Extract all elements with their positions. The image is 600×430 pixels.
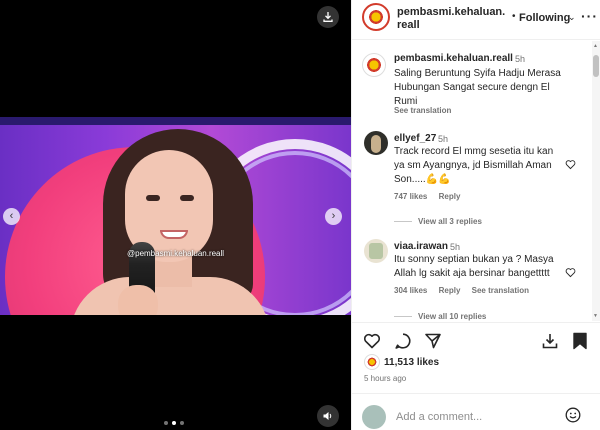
view-replies-label: View all 10 replies — [418, 312, 487, 321]
likes-count[interactable]: 11,513 likes — [384, 357, 439, 368]
reply-button[interactable]: Reply — [439, 192, 461, 201]
avatar[interactable] — [364, 239, 388, 263]
share-icon[interactable] — [424, 332, 442, 350]
separator-dot: • — [512, 11, 516, 22]
divider-line — [394, 221, 412, 223]
download-icon[interactable] — [541, 332, 559, 350]
avatar — [362, 405, 386, 429]
caption-time: 5h — [515, 54, 526, 64]
comment-text: Track record El mmg sesetia itu kan ya s… — [394, 146, 554, 185]
chevron-left-icon: ‹ — [9, 210, 14, 222]
person-hand — [118, 285, 158, 315]
heart-icon[interactable] — [565, 267, 576, 278]
comment-time: 5h — [438, 134, 449, 144]
header-username[interactable]: pembasmi.kehaluan.reall — [397, 6, 507, 32]
comment-time: 5h — [450, 242, 461, 252]
post-media: @pembasmi.kehaluan.reall ‹ › — [0, 0, 351, 430]
comment-likes[interactable]: 304 likes — [394, 286, 427, 295]
heart-icon[interactable] — [565, 159, 576, 170]
mute-button[interactable] — [317, 405, 339, 427]
carousel-dot-active — [172, 421, 176, 425]
photo-watermark: @pembasmi.kehaluan.reall — [127, 249, 225, 258]
caption-username[interactable]: pembasmi.kehaluan.reall — [394, 53, 513, 64]
more-options-icon[interactable]: ··· — [581, 8, 598, 24]
chevron-right-icon: › — [331, 210, 336, 222]
carousel-next-button[interactable]: › — [325, 208, 342, 225]
comment-username[interactable]: ellyef_27 — [394, 133, 436, 144]
view-replies-label: View all 3 replies — [418, 217, 482, 226]
scrollbar-thumb[interactable] — [593, 55, 599, 77]
comment-text: Itu sonny septian bukan ya ? Masya Allah… — [394, 254, 554, 279]
comment-icon[interactable] — [394, 332, 412, 350]
comment-meta: 304 likes Reply See translation — [394, 286, 538, 295]
speaker-icon — [323, 412, 332, 420]
comment-username[interactable]: viaa.irawan — [394, 241, 448, 252]
comment-meta: 747 likes Reply — [394, 192, 469, 201]
scroll-up-icon[interactable]: ▲ — [593, 43, 598, 49]
stage-band — [0, 117, 351, 125]
avatar[interactable] — [364, 354, 380, 370]
carousel-dot — [180, 421, 184, 425]
avatar-photo — [369, 243, 383, 259]
avatar[interactable] — [362, 53, 386, 77]
brand-logo-icon — [367, 357, 377, 367]
post-photo[interactable]: @pembasmi.kehaluan.reall — [0, 117, 351, 315]
view-replies-button[interactable]: View all 3 replies — [394, 217, 482, 226]
post-actions — [352, 322, 600, 362]
comments-list[interactable]: pembasmi.kehaluan.reall 5h Saling Berunt… — [352, 41, 600, 321]
comments-scrollbar[interactable]: ▲ ▼ — [592, 41, 600, 321]
download-button[interactable] — [317, 6, 339, 28]
heart-icon[interactable] — [363, 332, 381, 350]
caption-text: Saling Beruntung Syifa Hadju Merasa Hubu… — [394, 68, 561, 107]
view-replies-button[interactable]: View all 10 replies — [394, 312, 486, 321]
avatar[interactable] — [362, 3, 390, 31]
divider-line — [394, 316, 412, 318]
comment-likes[interactable]: 747 likes — [394, 192, 427, 201]
following-button[interactable]: Following — [519, 12, 570, 24]
carousel-prev-button[interactable]: ‹ — [3, 208, 20, 225]
person-eye — [180, 195, 194, 201]
scroll-down-icon[interactable]: ▼ — [593, 313, 598, 319]
brand-logo-icon — [366, 57, 382, 73]
avatar-photo — [371, 135, 381, 153]
see-translation-link[interactable]: See translation — [472, 286, 529, 295]
download-icon — [323, 12, 333, 22]
bookmark-icon[interactable] — [572, 332, 588, 350]
emoji-icon[interactable] — [565, 407, 581, 423]
post-timestamp: 5 hours ago — [364, 374, 407, 383]
carousel-dot — [164, 421, 168, 425]
post-side-panel: pembasmi.kehaluan.reall • Following ⌄ ··… — [351, 0, 600, 430]
brand-logo-icon — [367, 8, 385, 26]
chevron-down-icon[interactable]: ⌄ — [568, 12, 576, 23]
carousel-indicator — [164, 421, 184, 425]
see-translation-link[interactable]: See translation — [394, 106, 451, 115]
person-eye — [146, 195, 160, 201]
add-comment-input[interactable] — [396, 407, 556, 427]
reply-button[interactable]: Reply — [439, 286, 461, 295]
add-comment-bar — [352, 393, 600, 430]
post-header: pembasmi.kehaluan.reall • Following ⌄ ··… — [352, 0, 600, 40]
avatar[interactable] — [364, 131, 388, 155]
